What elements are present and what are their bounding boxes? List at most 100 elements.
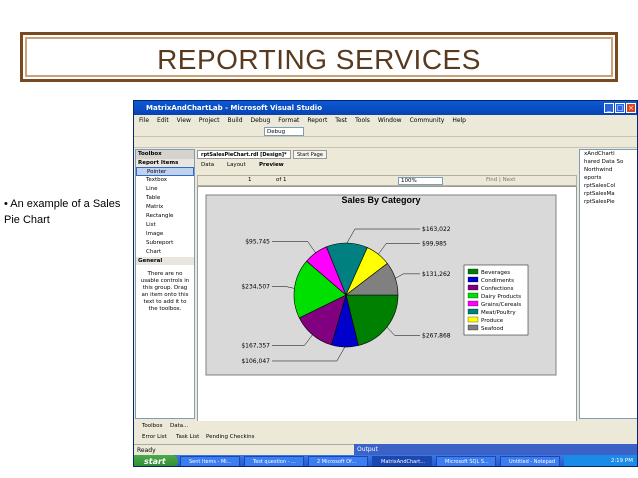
menu-item-help[interactable]: Help [452, 117, 466, 124]
toolbox-section-general[interactable]: General [136, 257, 194, 265]
toolbox-section-report-items[interactable]: Report Items [136, 159, 194, 167]
legend-label: Produce [481, 318, 504, 324]
designer-subtabs: Data Layout Preview [197, 160, 577, 170]
tab-report-design[interactable]: rptSalesPieChart.rdl [Design]* [197, 150, 291, 159]
toolbox-panel: Toolbox Report Items Pointer Textbox Line T… [135, 149, 195, 419]
data-label: $95,745 [245, 238, 270, 245]
menu-item-test[interactable]: Test [335, 117, 347, 124]
taskbar: start Sent Items - Mi... Test question - … [134, 455, 637, 466]
taskbar-item[interactable]: Microsoft SQL S... [436, 456, 496, 466]
legend-swatch [467, 316, 479, 323]
menu-item-community[interactable]: Community [410, 117, 445, 124]
taskbar-item[interactable]: MatrixAndChart... [372, 456, 432, 466]
report-preview-canvas: Sales By Category $267,868 $106,047 $167,3… [197, 186, 577, 423]
menu-item-project[interactable]: Project [199, 117, 220, 124]
toolbox-item-image[interactable]: Image [136, 230, 194, 239]
pie-chart: Sales By Category $267,868 $106,047 $167,3… [205, 194, 557, 376]
tab-layout[interactable]: Layout [227, 160, 246, 170]
start-button[interactable]: start [134, 455, 178, 466]
menu-item-report[interactable]: Report [307, 117, 327, 124]
start-label: start [144, 457, 166, 466]
data-label: $267,868 [422, 333, 451, 340]
tab-data[interactable]: Data [201, 160, 214, 170]
slide-title-box: REPORTING SERVICES [20, 32, 618, 82]
tab-start-page[interactable]: Start Page [293, 150, 327, 159]
menu-item-build[interactable]: Build [227, 117, 242, 124]
data-label: $163,022 [422, 226, 451, 233]
config-dropdown-value: Debug [267, 129, 286, 135]
tab-toolbox[interactable]: Toolbox [142, 421, 163, 431]
toolbox-item-subreport[interactable]: Subreport [136, 239, 194, 248]
solution-item[interactable]: eports [580, 174, 637, 182]
legend-swatch [467, 300, 479, 307]
taskbar-item[interactable]: Test question - ... [244, 456, 304, 466]
legend-label: Condiments [481, 278, 514, 284]
solution-item[interactable]: rptSalesPie [580, 198, 637, 206]
output-label[interactable]: Output [354, 444, 637, 455]
slide-title: REPORTING SERVICES [157, 44, 481, 75]
toolbox-item-rectangle[interactable]: Rectangle [136, 212, 194, 221]
legend-swatch [467, 276, 479, 283]
solution-item[interactable]: xAndChartl [580, 150, 637, 158]
page-number[interactable]: 1 [248, 176, 252, 185]
minimize-icon[interactable]: _ [604, 103, 614, 113]
menu-item-debug[interactable]: Debug [251, 117, 271, 124]
solution-item[interactable]: Northwind [580, 166, 637, 174]
standard-toolbar: Debug [134, 126, 637, 137]
menu-item-format[interactable]: Format [278, 117, 299, 124]
bottom-tool-tabs-2: Error List Task List Pending Checkins [134, 432, 637, 442]
tab-error-list[interactable]: Error List [142, 432, 167, 442]
tab-task-list[interactable]: Task List [176, 432, 199, 442]
legend-label: Seafood [481, 326, 503, 332]
config-dropdown[interactable]: Debug [264, 127, 304, 136]
toolbox-item-line[interactable]: Line [136, 185, 194, 194]
toolbox-item-list[interactable]: List [136, 221, 194, 230]
taskbar-item[interactable]: 2 Microsoft Of... [308, 456, 368, 466]
menu-item-file[interactable]: File [139, 117, 149, 124]
toolbox-item-matrix[interactable]: Matrix [136, 203, 194, 212]
legend-swatch [467, 324, 479, 331]
legend-label: Grains/Cereals [481, 302, 521, 308]
tab-preview[interactable]: Preview [259, 160, 284, 170]
tab-pending-checkins[interactable]: Pending Checkins [206, 432, 255, 442]
solution-item[interactable]: rptSalesMa [580, 190, 637, 198]
solution-item[interactable]: hared Data So [580, 158, 637, 166]
find-next[interactable]: Find | Next [486, 176, 515, 185]
toolbox-item-chart[interactable]: Chart [136, 248, 194, 257]
solution-explorer-panel: xAndChartl hared Data So Northwind eports rp… [579, 149, 637, 419]
legend-label: Beverages [481, 270, 510, 276]
taskbar-item[interactable]: Sent Items - Mi... [180, 456, 240, 466]
toolbox-general-note: There are no usable controls in this gro… [140, 271, 190, 312]
close-icon[interactable]: × [626, 103, 636, 113]
taskbar-item[interactable]: Untitled - Notepad [500, 456, 560, 466]
slide-bullet: • An example of a Sales Pie Chart [4, 198, 121, 226]
toolbox-item-pointer[interactable]: Pointer [136, 167, 194, 176]
system-tray: 2:19 PM [564, 455, 637, 466]
legend-swatch [467, 308, 479, 315]
tab-data-sources[interactable]: Data... [170, 421, 188, 431]
report-nav-bar: 1 of 1 100% Find | Next [197, 175, 577, 186]
maximize-icon[interactable]: □ [615, 103, 625, 113]
menu-bar: File Edit View Project Build Debug Format Repor… [134, 115, 637, 126]
legend-swatch [467, 292, 479, 299]
toolbox-header: Toolbox [136, 150, 194, 159]
solution-item[interactable]: rptSalesCol [580, 182, 637, 190]
menu-item-tools[interactable]: Tools [355, 117, 370, 124]
zoom-dropdown[interactable]: 100% [398, 177, 443, 185]
data-label: $234,507 [241, 284, 270, 291]
legend-label: Confections [481, 286, 514, 292]
legend-swatch [467, 268, 479, 275]
document-tabs: rptSalesPieChart.rdl [Design]* Start Pag… [197, 150, 577, 159]
data-label: $167,357 [241, 342, 270, 349]
legend-swatch [467, 284, 479, 291]
toolbox-item-textbox[interactable]: Textbox [136, 176, 194, 185]
clock: 2:19 PM [610, 458, 633, 464]
menu-item-window[interactable]: Window [378, 117, 402, 124]
page-of-label: of 1 [276, 177, 287, 183]
menu-item-edit[interactable]: Edit [157, 117, 169, 124]
format-toolbar [134, 137, 637, 148]
bottom-tool-tabs: Toolbox Data... [134, 421, 637, 431]
menu-item-view[interactable]: View [177, 117, 191, 124]
toolbox-item-table[interactable]: Table [136, 194, 194, 203]
status-ready: Ready [137, 447, 156, 454]
